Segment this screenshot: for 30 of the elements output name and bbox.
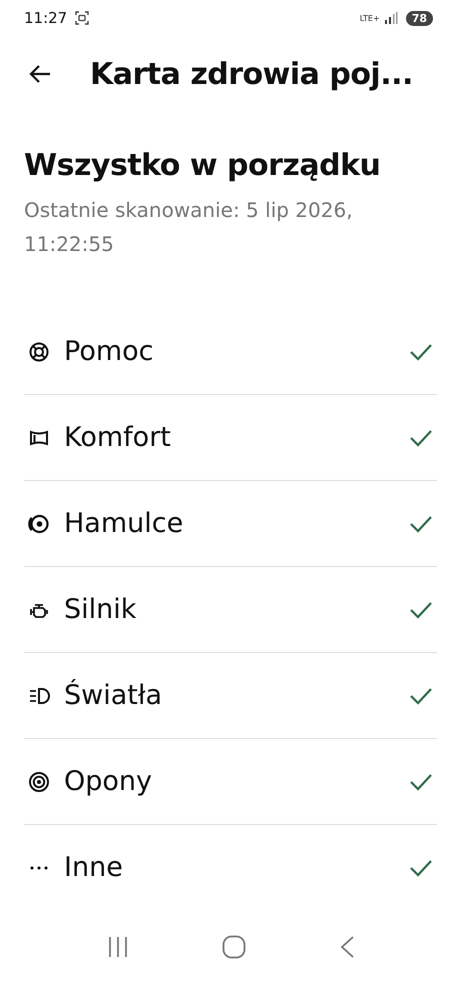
- category-row[interactable]: Pomoc: [24, 309, 437, 395]
- back-arrow-icon[interactable]: [28, 64, 52, 84]
- home-icon[interactable]: [222, 935, 246, 959]
- more-icon: [28, 866, 50, 870]
- category-label: Komfort: [64, 422, 172, 453]
- category-label: Silnik: [64, 594, 138, 625]
- lifebuoy-icon: [28, 340, 50, 362]
- category-row[interactable]: Komfort: [24, 395, 437, 481]
- signal-icon: [384, 12, 398, 24]
- category-row[interactable]: Hamulce: [24, 481, 437, 567]
- network-type: LTE+: [360, 14, 380, 22]
- status-time: 11:27: [24, 9, 68, 27]
- category-row[interactable]: Światła: [24, 653, 437, 739]
- category-row[interactable]: Opony: [24, 739, 437, 825]
- category-label: Opony: [64, 766, 154, 797]
- brake-disc-icon: [28, 512, 50, 534]
- battery-level: 78: [406, 10, 433, 26]
- category-row[interactable]: Inne: [24, 825, 437, 910]
- category-label: Inne: [64, 852, 124, 883]
- category-label: Pomoc: [64, 336, 155, 367]
- status-heading: Wszystko w porządku: [24, 148, 382, 183]
- category-label: Światła: [64, 680, 164, 711]
- last-scan-text: Ostatnie skanowanie: 5 lip 2026, 11:22:55: [24, 197, 354, 258]
- category-row[interactable]: Silnik: [24, 567, 437, 653]
- screenshot-icon: [75, 11, 90, 25]
- recent-apps-icon[interactable]: [106, 935, 128, 959]
- category-label: Hamulce: [64, 508, 184, 539]
- back-icon[interactable]: [338, 935, 354, 959]
- tyre-icon: [28, 770, 50, 792]
- page-title: Karta zdrowia poj...: [90, 56, 413, 92]
